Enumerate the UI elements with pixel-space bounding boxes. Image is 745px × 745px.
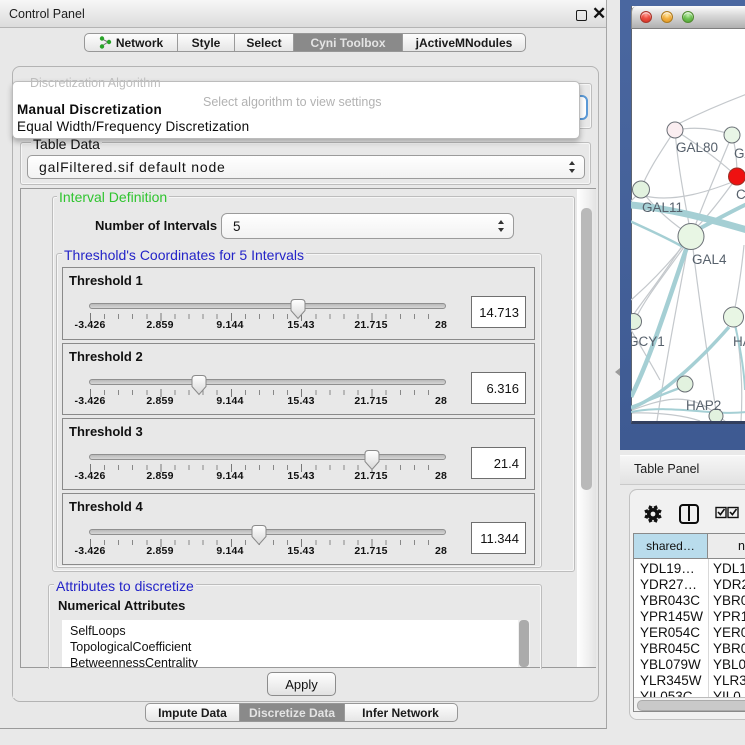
svg-text:GAL4: GAL4 — [692, 252, 727, 267]
svg-text:GCY1: GCY1 — [631, 334, 665, 349]
svg-text:GAL80: GAL80 — [676, 140, 718, 155]
svg-text:GAL11: GAL11 — [642, 200, 683, 215]
svg-text:HA: HA — [733, 334, 745, 349]
svg-text:GA: GA — [734, 146, 745, 161]
svg-text:HAP2: HAP2 — [686, 398, 721, 413]
svg-text:C: C — [736, 187, 745, 202]
